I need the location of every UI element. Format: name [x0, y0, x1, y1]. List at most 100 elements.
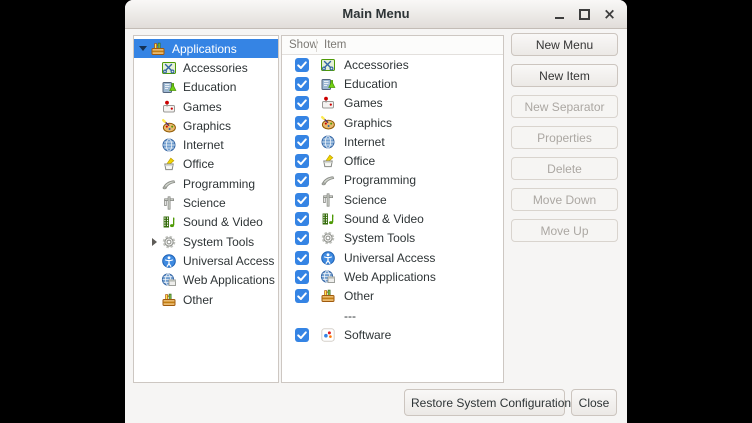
expander-spacer: [147, 196, 161, 210]
sound-video-icon: [320, 211, 336, 227]
tree-item-web-applications[interactable]: Web Applications: [134, 271, 278, 290]
list-item-games[interactable]: Games: [282, 94, 503, 113]
tree-item-graphics[interactable]: Graphics: [134, 116, 278, 135]
tree-item-universal-access[interactable]: Universal Access: [134, 251, 278, 270]
graphics-icon: [161, 118, 177, 134]
expander-spacer: [147, 119, 161, 133]
list-item-system-tools[interactable]: System Tools: [282, 229, 503, 248]
tree-item-applications[interactable]: Applications: [134, 39, 278, 58]
show-checkbox[interactable]: [295, 154, 309, 168]
show-checkbox[interactable]: [295, 77, 309, 91]
show-checkbox[interactable]: [295, 96, 309, 110]
web-applications-icon: [320, 269, 336, 285]
list-separator-row[interactable]: ---: [282, 306, 503, 325]
list-item-science[interactable]: Science: [282, 190, 503, 209]
list-item-label: Programming: [344, 173, 416, 187]
accessories-icon: [161, 60, 177, 76]
tree-item-label: Other: [183, 293, 213, 307]
list-header: Show Item: [282, 36, 503, 55]
expander-spacer: [147, 273, 161, 287]
internet-icon: [320, 134, 336, 150]
titlebar[interactable]: Main Menu ×: [125, 0, 627, 29]
show-checkbox[interactable]: [295, 116, 309, 130]
other-icon: [320, 288, 336, 304]
sound-video-icon: [161, 214, 177, 230]
tree-item-system-tools[interactable]: System Tools: [134, 232, 278, 251]
list-item-accessories[interactable]: Accessories: [282, 55, 503, 74]
category-tree: ApplicationsAccessoriesEducationGamesGra…: [133, 35, 279, 383]
show-checkbox[interactable]: [295, 328, 309, 342]
expander-spacer: [147, 254, 161, 268]
list-item-universal-access[interactable]: Universal Access: [282, 248, 503, 267]
maximize-button[interactable]: [572, 2, 597, 27]
column-header-item[interactable]: Item: [317, 39, 346, 51]
tree-item-label: Internet: [183, 138, 224, 152]
tree-item-other[interactable]: Other: [134, 290, 278, 309]
move-down-button: Move Down: [511, 188, 618, 211]
tree-item-label: System Tools: [183, 235, 254, 249]
games-icon: [161, 99, 177, 115]
tree-item-label: Office: [183, 157, 214, 171]
science-icon: [320, 192, 336, 208]
tree-item-programming[interactable]: Programming: [134, 174, 278, 193]
system-tools-icon: [161, 234, 177, 250]
tree-item-accessories[interactable]: Accessories: [134, 58, 278, 77]
tree-item-games[interactable]: Games: [134, 97, 278, 116]
show-checkbox[interactable]: [295, 212, 309, 226]
web-applications-icon: [161, 272, 177, 288]
close-dialog-button[interactable]: Close: [571, 389, 617, 416]
new-separator-button: New Separator: [511, 95, 618, 118]
list-item-label: Office: [344, 154, 375, 168]
list-item-other[interactable]: Other: [282, 287, 503, 306]
list-item-sound-video[interactable]: Sound & Video: [282, 209, 503, 228]
list-item-graphics[interactable]: Graphics: [282, 113, 503, 132]
list-item-office[interactable]: Office: [282, 151, 503, 170]
column-header-show[interactable]: Show: [282, 39, 316, 51]
tree-item-internet[interactable]: Internet: [134, 135, 278, 154]
tree-item-label: Sound & Video: [183, 215, 263, 229]
expander-spacer: [147, 177, 161, 191]
tree-item-label: Universal Access: [183, 254, 274, 268]
show-checkbox[interactable]: [295, 270, 309, 284]
tree-item-label: Web Applications: [183, 273, 275, 287]
list-item-software[interactable]: Software: [282, 325, 503, 344]
maximize-icon: [579, 9, 590, 20]
show-checkbox[interactable]: [295, 135, 309, 149]
show-checkbox[interactable]: [295, 251, 309, 265]
show-checkbox[interactable]: [295, 193, 309, 207]
expander-right-icon[interactable]: [147, 235, 161, 249]
action-buttons: New Menu New Item New Separator Properties D…: [511, 33, 618, 242]
list-item-programming[interactable]: Programming: [282, 171, 503, 190]
tree-item-education[interactable]: Education: [134, 78, 278, 97]
properties-button: Properties: [511, 126, 618, 149]
tree-item-science[interactable]: Science: [134, 193, 278, 212]
universal-access-icon: [161, 253, 177, 269]
list-item-label: Other: [344, 289, 374, 303]
item-list: Show Item AccessoriesEducationGamesGraph…: [281, 35, 504, 383]
tree-item-office[interactable]: Office: [134, 155, 278, 174]
show-checkbox[interactable]: [295, 289, 309, 303]
programming-icon: [320, 172, 336, 188]
main-menu-window: Main Menu × ApplicationsAccessoriesEduca…: [125, 0, 627, 423]
list-item-web-applications[interactable]: Web Applications: [282, 267, 503, 286]
science-icon: [161, 195, 177, 211]
new-menu-button[interactable]: New Menu: [511, 33, 618, 56]
minimize-button[interactable]: [547, 2, 572, 27]
restore-system-configuration-button[interactable]: Restore System Configuration: [404, 389, 565, 416]
new-item-button[interactable]: New Item: [511, 64, 618, 87]
list-item-internet[interactable]: Internet: [282, 132, 503, 151]
tree-item-sound-video[interactable]: Sound & Video: [134, 213, 278, 232]
tree-item-label: Science: [183, 196, 226, 210]
list-item-education[interactable]: Education: [282, 74, 503, 93]
show-checkbox[interactable]: [295, 173, 309, 187]
delete-button: Delete: [511, 157, 618, 180]
system-tools-icon: [320, 230, 336, 246]
expander-spacer: [147, 215, 161, 229]
close-button[interactable]: ×: [597, 2, 622, 27]
window-controls: ×: [547, 0, 622, 28]
expander-down-icon[interactable]: [136, 42, 150, 56]
minimize-icon: [555, 17, 564, 19]
show-checkbox[interactable]: [295, 231, 309, 245]
show-checkbox[interactable]: [295, 58, 309, 72]
applications-icon: [150, 41, 166, 57]
